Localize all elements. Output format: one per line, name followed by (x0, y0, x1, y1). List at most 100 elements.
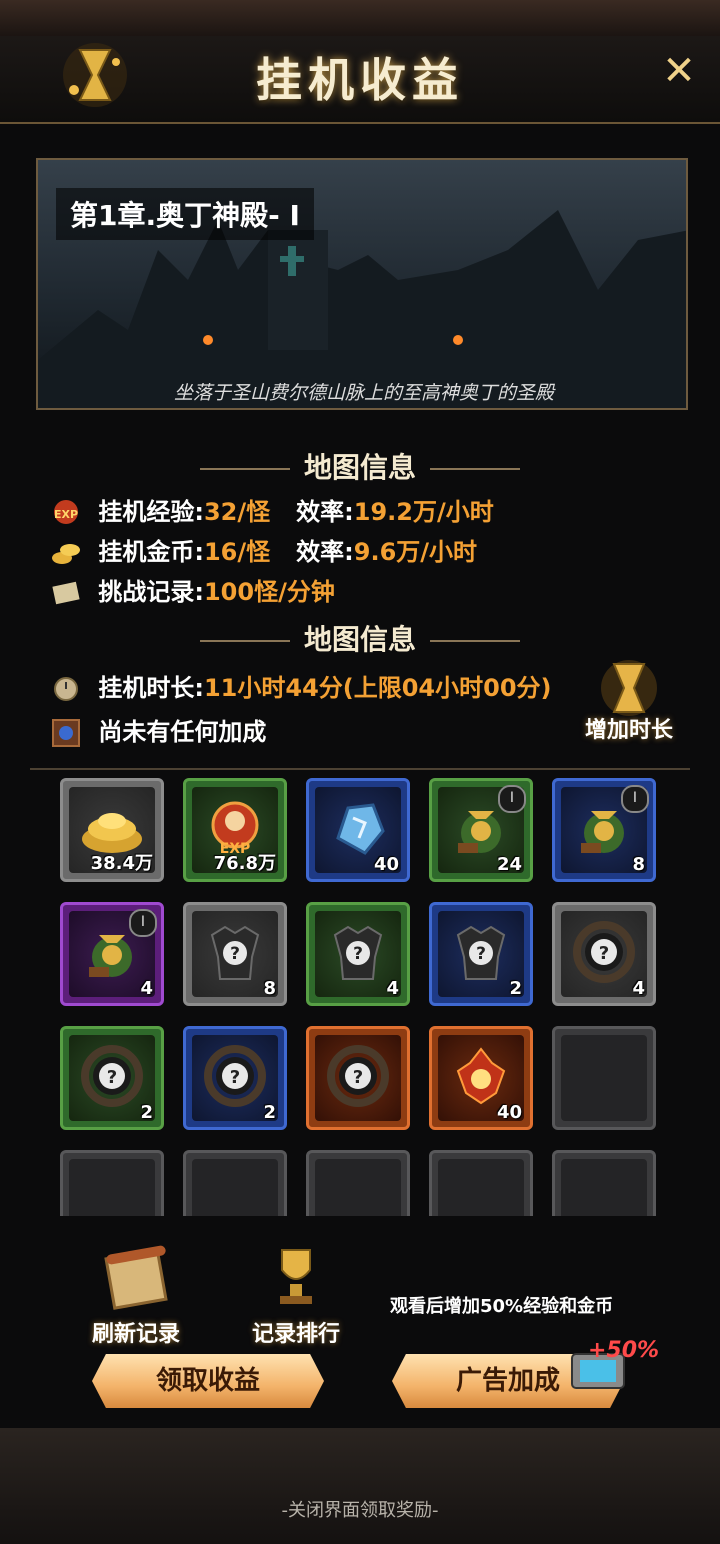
ranking-label: 记录排行 (251, 1322, 340, 1347)
reward-grid: 38.4万 EXP 76.8万 40 Ⅰ 24 Ⅰ 8 Ⅰ 4? 8? 4? 2? 4? 2? 2? 40 (60, 778, 660, 1216)
reward-slot[interactable]: ? 2 (429, 902, 533, 1006)
exp-stat-row: EXP 挂机经验:32/怪 效率:19.2万/小时 (50, 492, 494, 526)
reward-slot[interactable]: ? 4 (552, 902, 656, 1006)
reward-slot[interactable]: 38.4万 (60, 778, 164, 882)
slot-frame (315, 1159, 401, 1216)
item-count: 38.4万 (90, 853, 153, 874)
svg-text:?: ? (230, 944, 240, 964)
empty-reward-slot (60, 1150, 164, 1216)
refresh-label: 刷新记录 (91, 1322, 180, 1347)
reward-slot[interactable]: ? (306, 1026, 410, 1130)
item-count: 8 (263, 978, 276, 999)
ornament-right (430, 468, 520, 470)
gold-label: 挂机金币: (98, 538, 204, 566)
pocket-watch-icon (54, 677, 78, 701)
section-title-text: 地图信息 (303, 623, 416, 656)
item-count: 2 (263, 1102, 276, 1123)
item-count: 4 (632, 978, 645, 999)
tier-badge: Ⅰ (498, 785, 526, 813)
mystery-armor-icon: ? (456, 925, 506, 980)
empty-reward-slot (429, 1150, 533, 1216)
mystery-ring-icon: ? (81, 1045, 143, 1107)
mystery-ring-icon: ? (204, 1045, 266, 1107)
scroll-icon (104, 1245, 168, 1310)
gold-rate-label: 效率: (296, 538, 354, 566)
bonus-row: 尚未有任何加成 (50, 712, 267, 747)
slot-frame (561, 1159, 647, 1216)
buff-icon (52, 719, 80, 747)
challenge-value: 100怪/分钟 (203, 578, 335, 606)
close-tip[interactable]: -关闭界面领取奖励- (0, 1496, 720, 1522)
ornament-left (199, 468, 290, 470)
challenge-label: 挑战记录: (98, 578, 204, 606)
ornament-left (199, 640, 290, 642)
reward-slot[interactable]: ? 2 (183, 1026, 287, 1130)
idle-time-row: 挂机时长:11小时44分(上限04小时00分) (50, 668, 552, 702)
svg-text:?: ? (476, 944, 486, 964)
item-count: 8 (632, 854, 645, 875)
svg-text:EXP: EXP (54, 508, 78, 521)
empty-reward-slot (306, 1150, 410, 1216)
item-count: 76.8万 (213, 853, 276, 874)
empty-reward-slot (552, 1026, 656, 1130)
ad-bonus-badge: +50% (588, 1338, 660, 1363)
svg-text:?: ? (353, 944, 363, 964)
empty-reward-slot (552, 1150, 656, 1216)
reward-slot[interactable]: Ⅰ 24 (429, 778, 533, 882)
fire-crystal-icon (456, 1047, 506, 1105)
idle-time-value: 11小时44分(上限04小时00分) (203, 674, 552, 702)
svg-text:?: ? (599, 943, 609, 964)
exp-rate-value: 19.2万/小时 (353, 498, 494, 526)
item-count: 40 (496, 1102, 522, 1123)
exp-label: 挂机经验: (98, 498, 204, 526)
claim-rewards-button[interactable]: 领取收益 (92, 1354, 324, 1408)
svg-text:?: ? (107, 1067, 117, 1088)
tier-badge: Ⅰ (621, 785, 649, 813)
reward-slot[interactable]: 40 (306, 778, 410, 882)
background-top (0, 0, 720, 40)
reward-slot[interactable]: EXP 76.8万 (183, 778, 287, 882)
close-button[interactable]: ✕ (660, 51, 698, 91)
blue-stone-icon (336, 803, 385, 855)
reward-slot[interactable]: Ⅰ8 (552, 778, 656, 882)
close-icon: ✕ (662, 48, 696, 94)
record-ranking-button[interactable]: 记录排行 (226, 1240, 366, 1350)
reward-slot[interactable]: ? 2 (60, 1026, 164, 1130)
page-title: 挂机收益 (256, 53, 464, 107)
ad-tip-text: 观看后增加50%经验和金币 (390, 1296, 614, 1317)
ornament-right (430, 640, 520, 642)
item-count: 4 (140, 978, 153, 999)
slot-frame (192, 1159, 278, 1216)
refresh-record-button[interactable]: 刷新记录 (66, 1240, 206, 1350)
exp-value: 32/怪 (203, 498, 271, 526)
empty-reward-slot (183, 1150, 287, 1216)
slot-frame (69, 1159, 155, 1216)
section-title-text: 地图信息 (303, 451, 416, 484)
hourglass-icon (601, 660, 657, 716)
reward-slot[interactable]: Ⅰ4 (60, 902, 164, 1006)
reward-slot[interactable]: ? 4 (306, 902, 410, 1006)
challenge-stat-row: 挑战记录:100怪/分钟 (50, 572, 335, 606)
mystery-armor-icon: ? (210, 925, 260, 980)
chapter-title: 第1章.奥丁神殿- Ⅰ (56, 188, 314, 240)
item-count: 40 (373, 854, 399, 875)
bonus-text: 尚未有任何加成 (98, 718, 267, 746)
svg-text:?: ? (230, 1067, 240, 1088)
reward-slot[interactable]: 40 (429, 1026, 533, 1130)
svg-text:?: ? (353, 1067, 363, 1088)
item-count: 4 (386, 978, 399, 999)
section-title-map-info-2: 地图信息 (0, 618, 720, 658)
gold-rate-value: 9.6万/小时 (353, 538, 478, 566)
map-description: 坐落于圣山费尔德山脉上的至高神奥丁的圣殿 (173, 382, 554, 404)
scroll-icon (52, 581, 80, 605)
gold-stat-row: 挂机金币:16/怪 效率:9.6万/小时 (50, 532, 477, 566)
footer-bar (0, 1428, 720, 1544)
item-count: 2 (509, 978, 522, 999)
slot-frame (561, 1035, 647, 1121)
exp-rate-label: 效率: (296, 498, 354, 526)
item-count: 2 (140, 1102, 153, 1123)
idle-time-label: 挂机时长: (98, 674, 204, 702)
reward-slot[interactable]: ? 8 (183, 902, 287, 1006)
add-time-button[interactable]: 增加时长 (574, 658, 684, 748)
section-title-map-info: 地图信息 (0, 446, 720, 486)
